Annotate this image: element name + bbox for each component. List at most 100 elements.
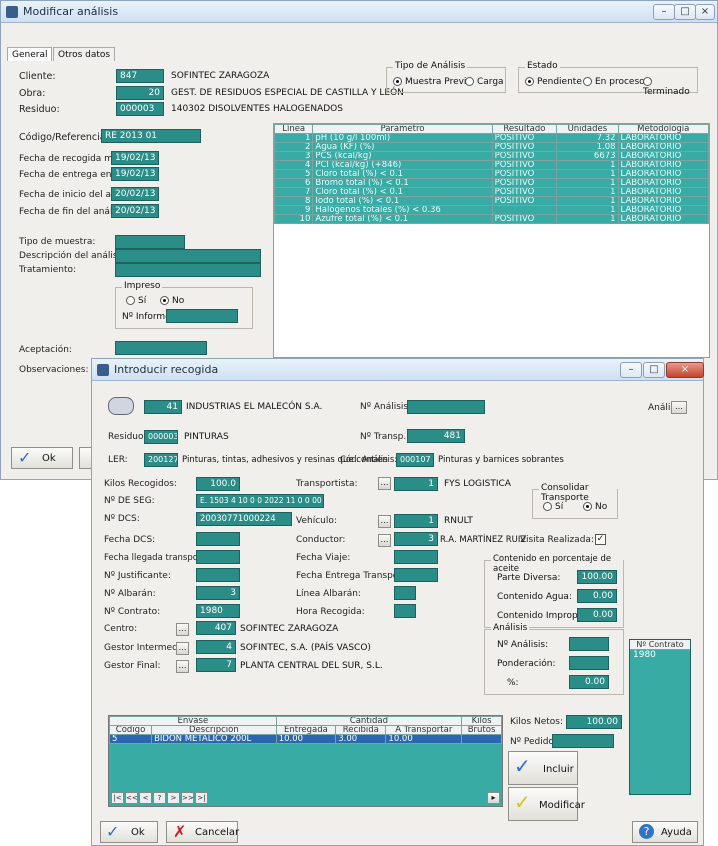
linea-alb-field[interactable] [394,586,416,600]
gi-lookup-button[interactable]: … [176,642,189,655]
estado-opt-terminado[interactable]: Terminado [643,77,697,97]
residuo-code[interactable]: 000003 [144,430,178,444]
close-button[interactable]: × [695,4,715,20]
table-row[interactable]: 7 Cloro total (%) < 0.1 POSITIVO 1 LABORATOR… [273,187,710,197]
ndcs-field[interactable]: 20030771000224 [196,512,292,526]
envase-col-header[interactable]: Descripción [151,725,277,735]
visita-checkbox[interactable]: ✓ [595,534,606,545]
nan-field[interactable] [569,637,609,651]
tab-general[interactable]: General [7,47,53,61]
fecha1-field[interactable]: 19/02/13 [111,151,159,165]
envase-col-header[interactable]: Recibida [335,725,387,735]
nanalisis-field[interactable] [407,400,485,414]
parte-field[interactable]: 100.00 [577,570,617,584]
modificar-button[interactable]: ✓ Modificar [508,787,585,821]
envase-col-header[interactable]: Entregada [275,725,337,735]
table-row[interactable]: 10 Azufre total (%) < 0.1 POSITIVO 1 LABORAT… [273,214,710,224]
impreso-no[interactable]: No [160,296,184,306]
ponder-field[interactable] [569,656,609,670]
tipo-opt-muestra[interactable]: Muestra Previa [393,77,472,87]
ok-button[interactable]: ✓ Ok [100,821,158,843]
residuo-code[interactable]: 000003 [116,102,164,116]
fecha-dcs-field[interactable] [196,532,240,546]
tipo-muestra-field[interactable] [115,235,185,249]
fecha-ent-field[interactable] [394,568,438,582]
nalbaran-field[interactable]: 3 [196,586,240,600]
tab-otros-datos[interactable]: Otros datos [53,47,116,61]
envase-col-header[interactable]: Brutos [461,725,502,735]
codigo-field[interactable]: RE 2013 01 [101,129,201,143]
maximize-button[interactable]: □ [643,362,665,378]
close-button[interactable]: × [666,362,704,378]
table-row[interactable]: 9 Halógenos totales (%) < 0.36 1 LABORATORI… [273,205,710,215]
obra-code[interactable]: 20 [116,86,164,100]
conductor-lookup-button[interactable]: … [378,534,391,547]
parametros-table[interactable]: Línea Parámetro Resultado Unidades Metodolog… [273,123,710,358]
gi-code[interactable]: 4 [196,640,236,654]
table-row[interactable]: 4 PCI (kcal/kg) (+846) POSITIVO 1 LABORATORI… [273,160,710,170]
nav-button[interactable]: |< [111,792,124,804]
table-row[interactable]: 2 Agua (KF) (%) POSITIVO 1.08 LABORATORIO [273,142,710,152]
informe-field[interactable] [166,309,238,323]
nav-button[interactable]: > [167,792,180,804]
nav-button[interactable]: >> [181,792,194,804]
fecha3-field[interactable]: 20/02/13 [111,187,159,201]
table-row[interactable]: 1 pH (10 g/l 100ml) POSITIVO 7.32 LABORATORI… [273,133,710,143]
tipo-opt-carga[interactable]: Carga [465,77,504,87]
table-row[interactable]: 6 Bromo total (%) < 0.1 POSITIVO 1 LABORATOR… [273,178,710,188]
param-col-header[interactable]: Metodología [617,124,710,134]
nav-button[interactable]: << [125,792,138,804]
param-col-header[interactable]: Parámetro [312,124,493,134]
analisis-lookup-button[interactable]: … [671,401,687,414]
kilos-field[interactable]: 100.0 [196,477,240,491]
cliente-code[interactable]: 847 [116,69,164,83]
param-col-header[interactable]: Unidades [556,124,619,134]
agua-field[interactable]: 0.00 [577,589,617,603]
aceptacion-field[interactable] [115,341,207,355]
hora-field[interactable] [394,604,416,618]
estado-opt-proceso[interactable]: En proceso [583,77,645,87]
ok-button-back[interactable]: ✓ Ok [11,447,73,469]
envases-table[interactable]: Envase Cantidad Kilos Código Descripción E… [108,715,503,807]
ler-code[interactable]: 200127 [144,453,178,467]
pct-field[interactable]: 0.00 [569,675,609,689]
minimize-button[interactable]: – [620,362,642,378]
ler-cod-field[interactable]: 000107 [396,453,434,467]
transp-code[interactable]: 1 [394,477,438,491]
cliente-id[interactable]: 41 [144,400,182,414]
ncontratos-item[interactable]: 1980 [630,650,690,660]
ncontratos-list[interactable]: Nº Contrato 1980 [629,639,691,795]
kilos-netos-field[interactable]: 100.00 [566,715,622,729]
fecha-lleg-field[interactable] [196,550,240,564]
consolidar-si[interactable]: Sí [543,502,563,512]
nav-button[interactable]: >| [195,792,208,804]
cancel-button[interactable]: ✗ Cancelar [166,821,239,843]
njust-field[interactable] [196,568,240,582]
minimize-button[interactable]: – [653,4,675,20]
estado-opt-pendiente[interactable]: Pendiente [525,77,582,87]
impropio-field[interactable]: 0.00 [577,608,617,622]
param-col-header[interactable]: Resultado [491,124,558,134]
ncontrato-field[interactable]: 1980 [196,604,240,618]
gf-lookup-button[interactable]: … [176,660,189,673]
tratamiento-field[interactable] [115,263,261,277]
fecha4-field[interactable]: 20/02/13 [111,204,159,218]
envase-col-header[interactable]: A Transportar [385,725,463,735]
nav-button[interactable]: < [139,792,152,804]
centro-lookup-button[interactable]: … [176,623,189,636]
transp-lookup-button[interactable]: … [378,477,391,490]
conductor-code[interactable]: 3 [394,532,438,546]
vehiculo-code[interactable]: 1 [394,514,438,528]
scroll-right-button[interactable]: ▸ [487,792,500,804]
maximize-button[interactable]: □ [674,4,696,20]
envase-col-header[interactable]: Código [108,725,153,735]
fecha2-field[interactable]: 19/02/13 [111,167,159,181]
incluir-button[interactable]: ✓ Incluir [508,751,578,785]
nds-field[interactable]: E. 1503 4 10 0 0 2022 11 0 0 00 4 [196,494,324,508]
centro-code[interactable]: 407 [196,621,236,635]
impreso-si[interactable]: Sí [126,296,146,306]
help-button[interactable]: ? Ayuda [632,821,698,843]
vehiculo-lookup-button[interactable]: … [378,515,391,528]
table-row[interactable]: 8 Iodo total (%) < 0.1 POSITIVO 1 LABORATORI… [273,196,710,206]
table-row[interactable]: 3 PCS (kcal/kg) POSITIVO 6673 LABORATORIO [273,151,710,161]
